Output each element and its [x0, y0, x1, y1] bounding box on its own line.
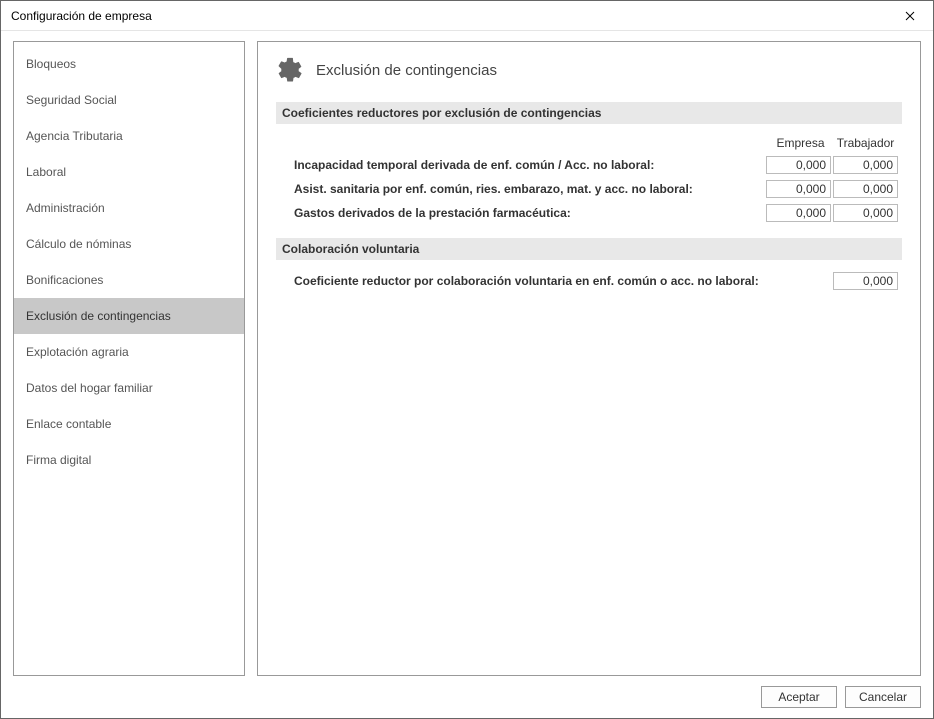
row-incapacidad: Incapacidad temporal derivada de enf. co…: [294, 156, 898, 174]
sidebar-item-calculo-nominas[interactable]: Cálculo de nóminas: [14, 226, 244, 262]
page-title: Exclusión de contingencias: [316, 62, 497, 79]
colab-voluntaria-input[interactable]: [833, 272, 898, 290]
sidebar-item-laboral[interactable]: Laboral: [14, 154, 244, 190]
sidebar-item-seguridad-social[interactable]: Seguridad Social: [14, 82, 244, 118]
row-label: Incapacidad temporal derivada de enf. co…: [294, 158, 766, 172]
close-button[interactable]: [895, 2, 925, 30]
sidebar-item-firma-digital[interactable]: Firma digital: [14, 442, 244, 478]
row-label: Asist. sanitaria por enf. común, ries. e…: [294, 182, 766, 196]
col-empresa: Empresa: [768, 136, 833, 150]
sidebar-item-bonificaciones[interactable]: Bonificaciones: [14, 262, 244, 298]
section2-header: Colaboración voluntaria: [276, 238, 902, 260]
incapacidad-trabajador-input[interactable]: [833, 156, 898, 174]
gastos-empresa-input[interactable]: [766, 204, 831, 222]
dialog-window: Configuración de empresa Bloqueos Seguri…: [0, 0, 934, 719]
asist-empresa-input[interactable]: [766, 180, 831, 198]
cancel-button[interactable]: Cancelar: [845, 686, 921, 708]
sidebar-item-administracion[interactable]: Administración: [14, 190, 244, 226]
accept-button[interactable]: Aceptar: [761, 686, 837, 708]
body-area: Bloqueos Seguridad Social Agencia Tribut…: [1, 31, 933, 718]
gastos-trabajador-input[interactable]: [833, 204, 898, 222]
sidebar-item-datos-hogar[interactable]: Datos del hogar familiar: [14, 370, 244, 406]
inputs-pair: [766, 156, 898, 174]
row-asist-sanitaria: Asist. sanitaria por enf. común, ries. e…: [294, 180, 898, 198]
coef-grid: Empresa Trabajador Incapacidad temporal …: [276, 136, 902, 238]
sidebar-item-explotacion-agraria[interactable]: Explotación agraria: [14, 334, 244, 370]
incapacidad-empresa-input[interactable]: [766, 156, 831, 174]
inputs-pair: [766, 180, 898, 198]
row-label: Gastos derivados de la prestación farmac…: [294, 206, 766, 220]
section1-header: Coeficientes reductores por exclusión de…: [276, 102, 902, 124]
row-colaboracion-voluntaria: Coeficiente reductor por colaboración vo…: [276, 272, 902, 290]
asist-trabajador-input[interactable]: [833, 180, 898, 198]
row-gastos-farmaceutica: Gastos derivados de la prestación farmac…: [294, 204, 898, 222]
panels: Bloqueos Seguridad Social Agencia Tribut…: [13, 41, 921, 676]
inputs-pair: [766, 204, 898, 222]
window-title: Configuración de empresa: [11, 9, 152, 23]
titlebar: Configuración de empresa: [1, 1, 933, 31]
gear-icon: [276, 56, 304, 84]
close-icon: [905, 11, 915, 21]
sidebar-item-agencia-tributaria[interactable]: Agencia Tributaria: [14, 118, 244, 154]
content-panel: Exclusión de contingencias Coeficientes …: [257, 41, 921, 676]
footer: Aceptar Cancelar: [13, 676, 921, 708]
sidebar-item-bloqueos[interactable]: Bloqueos: [14, 46, 244, 82]
col-trabajador: Trabajador: [833, 136, 898, 150]
page-header: Exclusión de contingencias: [276, 56, 902, 84]
sidebar-item-exclusion-contingencias[interactable]: Exclusión de contingencias: [14, 298, 244, 334]
row-label: Coeficiente reductor por colaboración vo…: [294, 274, 833, 288]
sidebar: Bloqueos Seguridad Social Agencia Tribut…: [13, 41, 245, 676]
sidebar-item-enlace-contable[interactable]: Enlace contable: [14, 406, 244, 442]
grid-head: Empresa Trabajador: [294, 136, 898, 150]
